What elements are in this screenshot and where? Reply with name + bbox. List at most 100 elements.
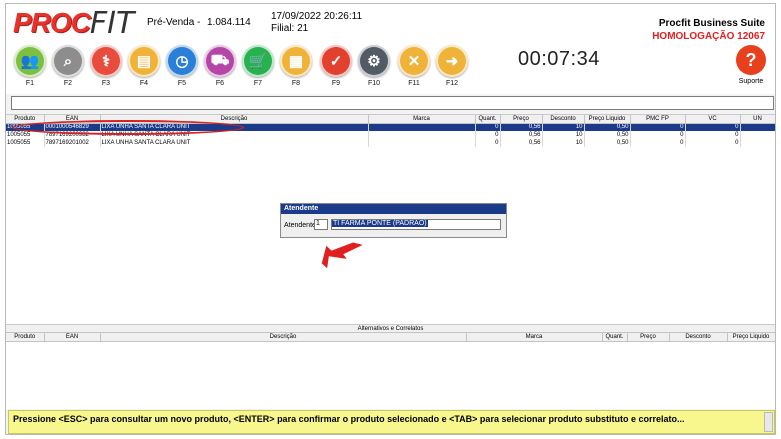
column-header[interactable]: Marca [368,115,476,124]
cell-ean: 7897169201002 [44,139,101,147]
cell-liquido: 0,50 [584,123,631,131]
function-toolbar: 00:07:34 ? Suporte 👥 F1 ⌕ F2 ⚕ F3 ▤ F4 ◷ F5 ⛟ F6 🛒 F7 ▦… [6,42,775,94]
cell-preco: 0,56 [500,131,543,139]
alt-column-header[interactable]: Preço Liquido [727,333,775,342]
cell-vc: 0 [685,123,741,131]
toolbar-button-label: F1 [25,80,35,87]
atendente-name: TI FARMA PONTE (PADRAO) [332,220,428,227]
alternatives-table: Produto EAN Descrição Marca Quant. Preço Desco… [6,333,775,342]
search-icon: ⌕ [52,45,84,77]
alt-column-header[interactable]: Produto [6,333,45,342]
cell-pmc: 0 [630,139,686,147]
header: PROC FIT Pré-Venda - 1.084.114 17/09/2022… [6,4,775,42]
toolbar-button-f6[interactable]: ⛟ F6 [202,45,238,93]
toolbar-button-label: F11 [408,80,420,87]
toolbar-button-f10[interactable]: ⚙ F10 [356,45,392,93]
suite-name: Procfit Business Suite [658,18,765,29]
alt-column-header[interactable]: Marca [466,333,603,342]
atendente-number-input[interactable]: 1 [314,219,328,230]
alt-column-header[interactable]: Desconto [669,333,728,342]
mode-label: Pré-Venda - [147,17,201,28]
toolbar-button-label: F5 [177,80,187,87]
cell-un [740,123,775,131]
cell-quant: 0 [475,131,501,139]
alternatives-title: Alternativos e Correlatos [6,325,775,333]
highlight-oval [12,120,244,135]
cell-descricao: LIXA UNHA SANTA CLARA UNIT [100,139,369,147]
toolbar-button-f9[interactable]: ✓ F9 [318,45,354,93]
toolbar-button-f7[interactable]: 🛒 F7 [240,45,276,93]
caduceus-icon: ⚕ [90,45,122,77]
toolbar-button-label: F3 [101,80,111,87]
atendente-label: Atendente [284,222,316,229]
cell-desconto: 10 [542,139,585,147]
toolbar-button-f1[interactable]: 👥 F1 [12,45,48,93]
status-scrollbar[interactable] [764,412,773,432]
truck-icon: ⛟ [204,45,236,77]
app-window: PROC FIT Pré-Venda - 1.084.114 17/09/2022… [5,3,776,435]
cell-produto: 1005055 [6,139,45,147]
product-search-input[interactable] [11,96,774,110]
toolbar-button-f11[interactable]: ✕ F11 [396,45,432,93]
cell-marca [368,123,476,131]
toolbar-button-f12[interactable]: ➜ F12 [434,45,470,93]
suite-block: Procfit Business Suite HOMOLOGAÇÃO 12067 [652,17,765,43]
cell-quant: 0 [475,139,501,147]
cell-preco: 0,56 [500,139,543,147]
column-header[interactable]: VC [685,115,741,124]
cell-liquido: 0,50 [584,139,631,147]
support-label: Suporte [738,78,764,85]
column-header[interactable]: UN [740,115,775,124]
alt-column-header[interactable]: EAN [44,333,101,342]
toolbar-button-f4[interactable]: ▤ F4 [126,45,162,93]
filial: Filial: 21 [271,23,309,34]
cell-vc: 0 [685,131,741,139]
cell-vc: 0 [685,139,741,147]
toolbar-button-f8[interactable]: ▦ F8 [278,45,314,93]
column-header[interactable]: Preço [500,115,543,124]
toolbar-button-label: F6 [215,80,225,87]
cell-marca [368,131,476,139]
cell-desconto: 10 [542,131,585,139]
column-header[interactable]: Desconto [542,115,585,124]
cell-quant: 0 [475,123,501,131]
arrow-right-icon: ➜ [436,45,468,77]
cell-liquido: 0,50 [584,131,631,139]
cell-desconto: 10 [542,123,585,131]
alt-column-header[interactable]: Descrição [100,333,467,342]
cell-un [740,139,775,147]
cell-preco: 0,56 [500,123,543,131]
toolbar-button-label: F8 [291,80,301,87]
cell-marca [368,139,476,147]
alt-column-header[interactable]: Preço [627,333,670,342]
sale-code: 1.084.114 [207,17,251,28]
status-hint: Pressione <ESC> para consultar um novo p… [8,410,775,434]
toolbar-button-f5[interactable]: ◷ F5 [164,45,200,93]
toolbar-button-f3[interactable]: ⚕ F3 [88,45,124,93]
atendente-name-field[interactable]: TI FARMA PONTE (PADRAO) [331,219,501,230]
users-icon: 👥 [14,45,46,77]
clock-icon: ◷ [166,45,198,77]
cart-icon: 🛒 [242,45,274,77]
red-arrow-icon [321,240,363,279]
toolbar-button-label: F12 [445,80,459,87]
column-header[interactable]: Preço Liquido [584,115,631,124]
atendente-dialog: Atendente Atendente 1 TI FARMA PONTE (PA… [280,203,507,238]
table-row[interactable]: 1005055 7897169201002 LIXA UNHA SANTA CLAR… [6,139,775,147]
cell-pmc: 0 [630,123,686,131]
support-button[interactable]: ? Suporte [734,45,768,85]
toolbar-button-label: F10 [367,80,381,87]
check-icon: ✓ [320,45,352,77]
cell-pmc: 0 [630,131,686,139]
toolbar-button-label: F7 [253,80,263,87]
toolbar-button-f2[interactable]: ⌕ F2 [50,45,86,93]
column-header[interactable]: Quant. [475,115,501,124]
cell-un [740,131,775,139]
alternatives-panel: Alternativos e Correlatos Produto EAN Desc… [6,324,775,409]
alt-column-header[interactable]: Quant. [602,333,628,342]
toolbar-button-label: F4 [139,80,149,87]
document-icon: ▦ [280,45,312,77]
procfit-logo: PROC FIT [13,5,135,41]
column-header[interactable]: PMC FP [630,115,686,124]
toolbar-button-label: F9 [331,80,341,87]
